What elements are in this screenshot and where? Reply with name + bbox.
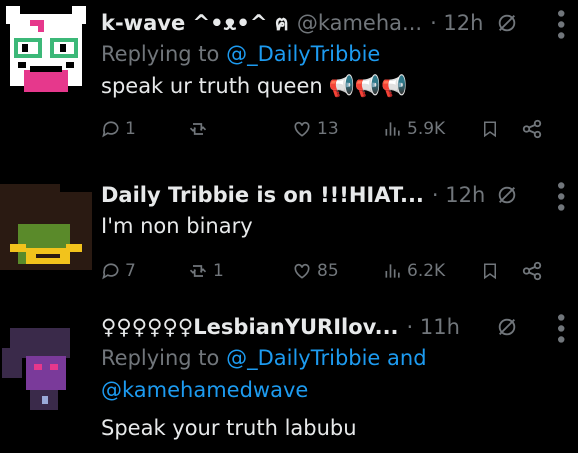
grok-icon[interactable] (496, 184, 518, 206)
post-time[interactable]: · 12h (432, 183, 485, 207)
bookmark-button[interactable] (481, 256, 499, 286)
reply-button[interactable]: 7 (101, 256, 136, 286)
megaphone-icon: 📢📢📢 (328, 74, 408, 98)
post-2[interactable]: Daily Tribbie is on !!!HIAT... · 12h •••… (0, 170, 578, 300)
avatar-dailytribbie[interactable] (0, 184, 92, 276)
post-time[interactable]: · 11h (407, 315, 460, 339)
like-icon (294, 263, 310, 279)
repost-button[interactable]: 1 (187, 256, 224, 286)
replying-to-2: @kamehamedwave (101, 374, 570, 406)
views-count: 6.2K (407, 261, 446, 281)
bookmark-icon (484, 263, 496, 280)
post-3[interactable]: ♀♀♀♀♀♀LesbianYURIlov... · 11h ••• Replyi… (0, 306, 578, 453)
reply-count: 1 (125, 119, 136, 139)
action-bar: 1 13 5.9K (101, 114, 570, 144)
like-count: 85 (317, 261, 339, 281)
reply-link-2[interactable]: @kamehamedwave (101, 378, 308, 402)
action-bar: 7 1 85 6.2K (101, 256, 570, 286)
views-icon (385, 264, 400, 278)
post-text: Speak your truth labubu (101, 416, 357, 440)
repost-icon (189, 123, 207, 135)
like-count: 13 (317, 119, 339, 139)
post-text: I'm non binary (101, 214, 253, 238)
reply-icon (102, 263, 119, 280)
views-button[interactable]: 5.9K (383, 114, 445, 144)
bookmark-icon (484, 121, 496, 138)
like-button[interactable]: 85 (291, 256, 339, 286)
more-icon[interactable]: ••• (547, 7, 572, 40)
like-button[interactable]: 13 (291, 114, 339, 144)
more-icon[interactable]: ••• (547, 311, 572, 344)
more-icon[interactable]: ••• (547, 179, 572, 212)
replying-to: Replying to @_DailyTribbie and (101, 346, 427, 370)
views-icon (385, 122, 400, 136)
share-button[interactable] (521, 114, 543, 144)
share-icon (522, 119, 542, 139)
reply-link[interactable]: @_DailyTribbie and (226, 346, 426, 370)
avatar-lesbianyuri[interactable] (0, 320, 92, 412)
post-1[interactable]: k-wave ^•ᴥ•^ ฅ @kameha... · 12h ••• Repl… (0, 0, 578, 160)
post-text: speak ur truth queen 📢📢📢 (101, 70, 570, 102)
reply-link[interactable]: @_DailyTribbie (226, 42, 380, 66)
grok-icon[interactable] (496, 12, 518, 34)
grok-icon[interactable] (496, 316, 518, 338)
share-icon (522, 261, 542, 281)
post-time[interactable]: · 12h (430, 11, 483, 35)
repost-button[interactable] (187, 114, 213, 144)
author-name[interactable]: ♀♀♀♀♀♀LesbianYURIlov... (101, 315, 399, 339)
views-button[interactable]: 6.2K (383, 256, 445, 286)
author-name[interactable]: k-wave ^•ᴥ•^ ฅ (101, 7, 289, 40)
reply-count: 7 (125, 261, 136, 281)
avatar-kwave[interactable] (0, 0, 92, 104)
bookmark-button[interactable] (481, 114, 499, 144)
reply-button[interactable]: 1 (101, 114, 136, 144)
author-handle[interactable]: @kameha... (297, 11, 422, 35)
repost-count: 1 (213, 261, 224, 281)
author-name[interactable]: Daily Tribbie is on !!!HIAT... (101, 183, 424, 207)
share-button[interactable] (521, 256, 543, 286)
repost-icon (189, 265, 207, 277)
views-count: 5.9K (407, 119, 446, 139)
replying-to: Replying to @_DailyTribbie (101, 42, 381, 66)
reply-icon (102, 121, 119, 138)
like-icon (294, 121, 310, 137)
